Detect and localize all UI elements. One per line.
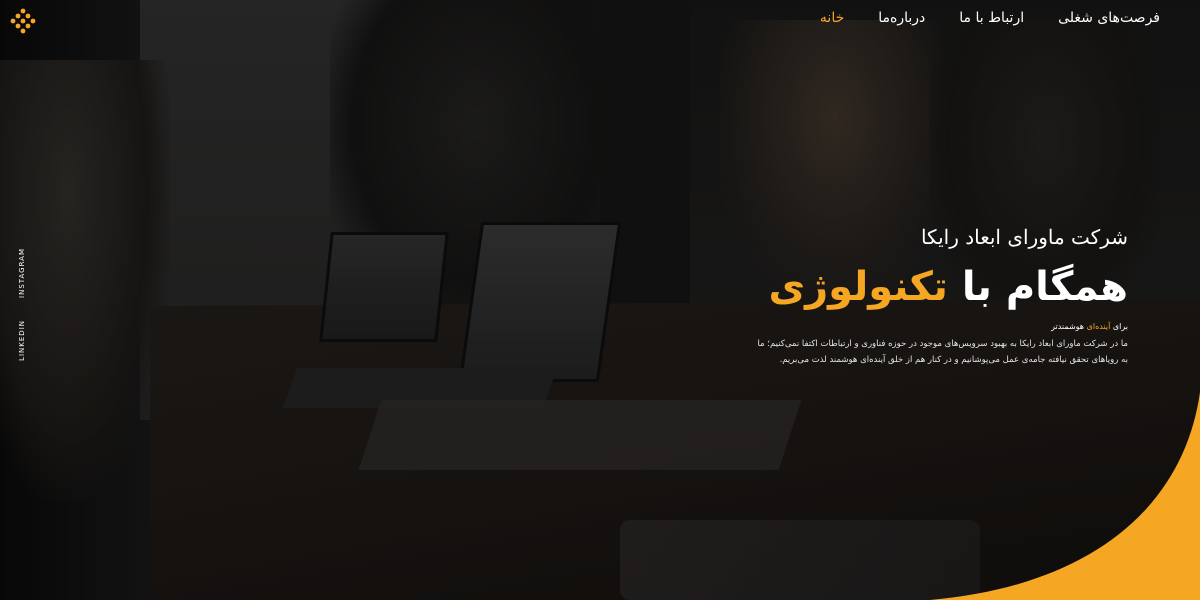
headline-white-text: همگام با	[961, 264, 1128, 310]
tagline-suffix: هوشمندتر	[1051, 322, 1085, 331]
hero-headline: همگام با تکنولوژی	[628, 264, 1128, 310]
tagline-prefix: برای	[1112, 322, 1128, 331]
tagline-highlight: آینده‌ای	[1086, 322, 1111, 331]
nav-links: خانه درباره‌ما ارتباط با ما فرصت‌های شغل…	[820, 10, 1160, 26]
nav-item-home[interactable]: خانه	[820, 10, 844, 26]
nav-item-contact[interactable]: ارتباط با ما	[959, 10, 1024, 26]
description-line-1: ما در شرکت ماورای ابعاد رایکا به بهبود س…	[757, 339, 1128, 349]
description-line-2: به رویاهای تحقق نیافته جامه‌ی عمل می‌پوش…	[779, 354, 1128, 365]
linkedin-link[interactable]: LINKEDIN	[18, 320, 26, 361]
nav-item-about[interactable]: درباره‌ما	[878, 10, 925, 26]
hero-description: ما در شرکت ماورای ابعاد رایکا به بهبود س…	[628, 337, 1128, 368]
hero-tagline: برای آینده‌ای هوشمندتر	[628, 322, 1128, 331]
top-navbar: خانه درباره‌ما ارتباط با ما فرصت‌های شغل…	[0, 0, 1200, 40]
hero-subtitle: شرکت ماورای ابعاد رایکا	[920, 225, 1128, 249]
hero-content: شرکت ماورای ابعاد رایکا همگام با تکنولوژ…	[628, 224, 1128, 368]
instagram-link[interactable]: INSTAGRAM	[18, 248, 26, 298]
headline-orange-text: تکنولوژی	[768, 264, 948, 310]
diamond-dots-logo-icon[interactable]	[10, 8, 36, 34]
social-links: INSTAGRAM LINKEDIN	[18, 248, 32, 361]
nav-item-careers[interactable]: فرصت‌های شغلی	[1058, 10, 1160, 26]
